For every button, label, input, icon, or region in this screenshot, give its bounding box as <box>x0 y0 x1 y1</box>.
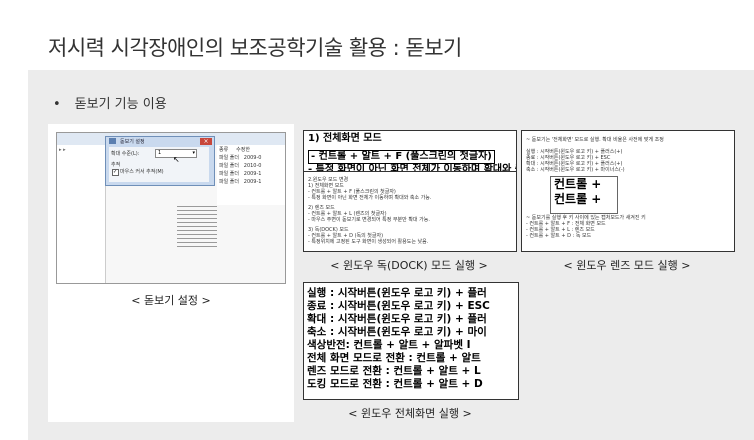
lens-caption: < 윈도우 렌즈 모드 실행 > <box>563 259 691 272</box>
lens-magnifier-box: 컨트롤 + 컨트롤 + <box>550 176 618 214</box>
page-title: 저시력 시각장애인의 보조공학기술 활용 : 돋보기 <box>48 36 462 60</box>
dock-magnified-area: 1) 전체화면 모드 - 컨트롤 + 알트 + F (풀스크린의 첫글자) - … <box>304 131 516 172</box>
dock-document-body: 2.윈도우 모드 변경 1) 전체화면 모드 - 컨트롤 + 알트 + F (풀… <box>308 177 432 245</box>
dialog-title: 돋보기 설정 <box>120 139 145 145</box>
explorer-file-list: 종류 수정한 파일 폴더 2009-0 파일 폴더 2010-0 파일 폴더 2… <box>217 145 285 205</box>
bullet-dot-icon: • <box>53 97 61 112</box>
settings-screenshot: ▸ ▸ 종류 수정한 파일 폴더 2009-0 파일 폴더 2010-0 파일 … <box>56 132 286 284</box>
dock-caption: < 윈도우 독(DOCK) 모드 실행 > <box>330 259 488 272</box>
mouse-cursor-icon: ↖ <box>173 155 180 164</box>
chevron-down-icon: ▾ <box>192 150 195 156</box>
settings-panel: ▸ ▸ 종류 수정한 파일 폴더 2009-0 파일 폴더 2010-0 파일 … <box>48 124 294 422</box>
fullscreen-mode-screenshot: 실행 : 시작버튼(윈도우 로고 키) + 플러 종료 : 시작버튼(윈도우 로… <box>303 282 519 400</box>
zoom-level-label: 확대 수준(L): <box>111 151 140 157</box>
settings-caption: < 돋보기 설정 > <box>131 294 211 307</box>
follow-mouse-checkbox[interactable]: ✓ <box>112 169 119 176</box>
follow-mouse-label: 마우스 커서 추적(M) <box>120 169 164 175</box>
explorer-sidebar: ▸ ▸ <box>57 145 106 283</box>
explorer-tree-lines <box>177 203 217 263</box>
fullscreen-caption: < 윈도우 전체화면 실행 > <box>348 407 472 420</box>
magnifier-app-icon <box>109 138 116 144</box>
dock-mode-screenshot: 1) 전체화면 모드 - 컨트롤 + 알트 + F (풀스크린의 첫글자) - … <box>303 130 517 252</box>
tracking-label: 추적 <box>111 162 121 168</box>
bullet-item: • 돋보기 기능 이용 <box>53 93 167 112</box>
magnifier-settings-dialog: 돋보기 설정 × 확대 수준(L): 1 ▾ 추적 ✓ 마우스 커서 추적(M)… <box>105 136 215 186</box>
lens-mode-screenshot: ~ 돋보기는 '전체화면' 모드로 실행. 확대 비율은 사전에 맞게 조정 실… <box>521 130 735 252</box>
bullet-text: 돋보기 기능 이용 <box>74 97 167 112</box>
close-icon[interactable]: × <box>200 138 212 145</box>
